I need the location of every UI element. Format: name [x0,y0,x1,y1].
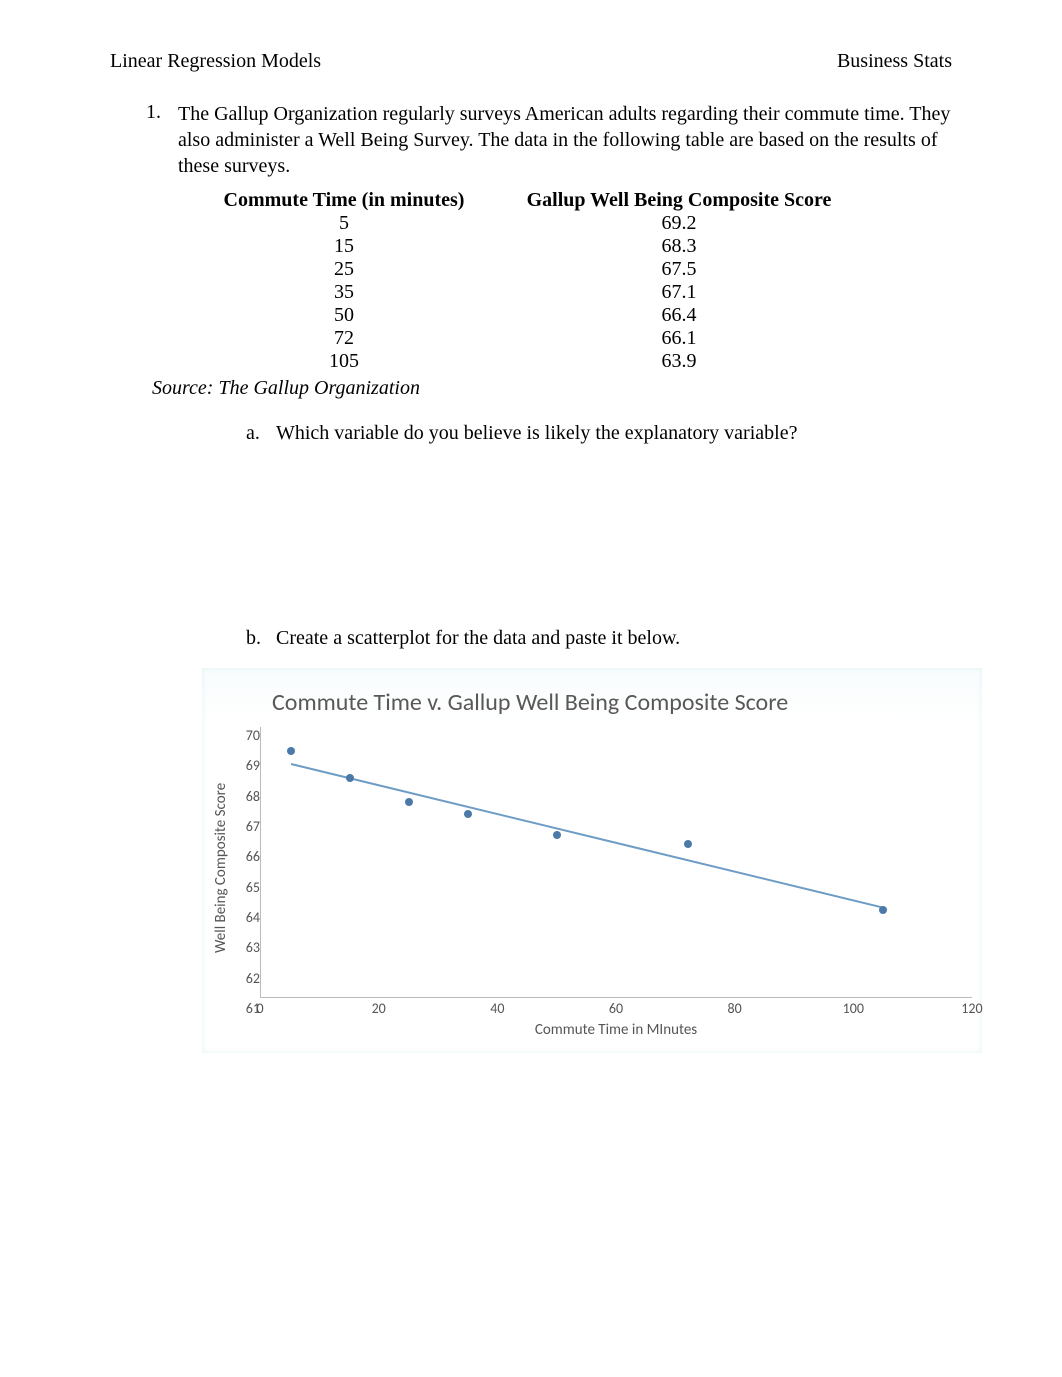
data-point [287,747,295,755]
data-point [464,810,472,818]
trendline [290,763,883,909]
y-tick: 69 [234,757,260,774]
data-point [879,906,887,914]
header-left: Linear Regression Models [110,50,321,73]
subquestion-letter: a. [246,422,276,445]
data-point [346,774,354,782]
subquestion-text: Create a scatterplot for the data and pa… [276,627,680,650]
x-axis-ticks: 0 20 40 60 80 100 120 [260,1000,972,1017]
question-number: 1. [146,101,178,179]
table-source: Source: The Gallup Organization [152,377,952,400]
table-row: 2567.5 [194,258,952,281]
table-header-score: Gallup Well Being Composite Score [494,189,864,212]
table-row: 10563.9 [194,350,952,373]
header-right: Business Stats [837,50,952,73]
y-axis-label: Well Being Composite Score [212,727,230,1009]
y-tick: 68 [234,788,260,805]
y-tick: 63 [234,939,260,956]
page-header: Linear Regression Models Business Stats [110,50,952,73]
table-row: 5066.4 [194,304,952,327]
table-row: 569.2 [194,212,952,235]
plot-area [260,727,972,998]
y-tick: 65 [234,879,260,896]
question-1: 1. The Gallup Organization regularly sur… [146,101,952,179]
question-text: The Gallup Organization regularly survey… [178,101,952,179]
y-tick: 62 [234,970,260,987]
data-point [553,831,561,839]
table-row: 7266.1 [194,327,952,350]
y-tick: 70 [234,727,260,744]
data-point [405,798,413,806]
y-tick: 66 [234,848,260,865]
subquestion-a: a. Which variable do you believe is like… [246,422,952,445]
table-row: 1568.3 [194,235,952,258]
subquestion-letter: b. [246,627,276,650]
data-point [684,840,692,848]
x-axis-label: Commute Time in MInutes [260,1021,972,1039]
y-tick: 64 [234,909,260,926]
subquestion-text: Which variable do you believe is likely … [276,422,797,445]
scatter-chart: Commute Time v. Gallup Well Being Compos… [202,668,982,1053]
y-axis-ticks: 70 69 68 67 66 65 64 63 62 61 [234,727,260,1017]
table-header-commute: Commute Time (in minutes) [194,189,494,212]
y-tick: 67 [234,818,260,835]
data-table: Commute Time (in minutes) Gallup Well Be… [194,189,952,373]
table-row: 3567.1 [194,281,952,304]
chart-title: Commute Time v. Gallup Well Being Compos… [272,688,972,717]
subquestion-b: b. Create a scatterplot for the data and… [246,627,952,650]
